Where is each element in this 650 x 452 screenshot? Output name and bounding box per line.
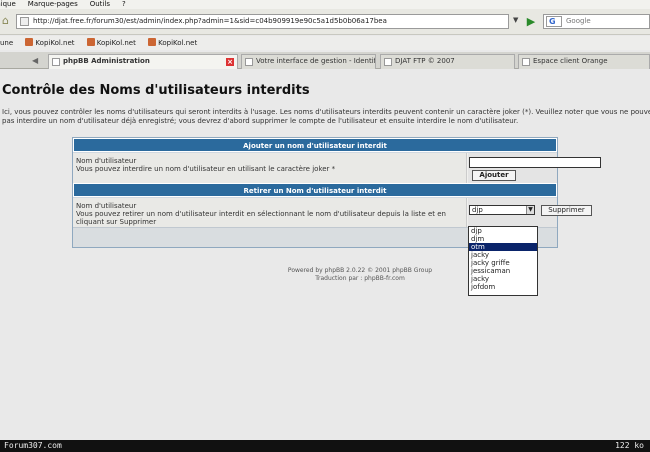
tab-interface-gestion[interactable]: Votre interface de gestion - Identifiez-…: [241, 54, 376, 69]
add-username-label: Nom d'utilisateur: [76, 157, 137, 165]
remove-username-controls: djp ▼ Supprimer: [468, 198, 592, 227]
disallow-username-input[interactable]: [469, 157, 601, 168]
search-engine-icon[interactable]: G: [546, 16, 562, 27]
tab-favicon-icon: [522, 58, 530, 66]
search-placeholder: Google: [566, 17, 591, 25]
tab-phpbb-administration[interactable]: phpBB Administration ×: [48, 54, 238, 69]
add-username-controls: Ajouter: [468, 153, 601, 183]
bookmark-icon: [25, 38, 34, 46]
add-section-header: Ajouter un nom d'utilisateur interdit: [73, 138, 557, 152]
address-bar[interactable]: http://djat.free.fr/forum30/est/admin/in…: [16, 14, 509, 29]
intro-text: Ici, vous pouvez contrôler les noms d'ut…: [2, 108, 650, 125]
search-input[interactable]: G Google: [543, 14, 650, 29]
url-text: http://djat.free.fr/forum30/est/admin/in…: [33, 17, 387, 25]
bookmark-icon: [148, 38, 157, 46]
bookmark-item[interactable]: une: [0, 36, 13, 50]
menu-bar: ioniqueMarque-pagesOutils?: [0, 0, 650, 9]
go-arrow-icon[interactable]: ▶: [524, 14, 538, 29]
username-select-value: djp: [472, 206, 483, 214]
menu-item-tools[interactable]: Outils: [84, 0, 116, 8]
file-size-text: 122 ko: [615, 441, 644, 450]
tab-favicon-icon: [52, 58, 60, 66]
powered-by-text: Powered by phpBB 2.0.22 © 2001 phpBB Gro…: [287, 267, 433, 274]
dropdown-option[interactable]: jacky griffe: [469, 259, 537, 267]
dropdown-option[interactable]: jacky: [469, 275, 537, 283]
home-icon[interactable]: ⌂: [2, 15, 14, 27]
remove-username-description: Nom d'utilisateur Vous pouvez retirer un…: [73, 198, 467, 227]
add-username-row: Nom d'utilisateur Vous pouvez interdire …: [73, 152, 601, 183]
page-title: Contrôle des Noms d'utilisateurs interdi…: [2, 83, 310, 98]
tab-espace-client[interactable]: Espace client Orange: [518, 54, 650, 69]
tab-scroll-left-icon[interactable]: ◀: [32, 56, 38, 65]
remove-username-row: Nom d'utilisateur Vous pouvez retirer un…: [73, 197, 592, 227]
username-select[interactable]: djp ▼: [469, 205, 535, 215]
chevron-down-icon[interactable]: ▼: [526, 206, 534, 214]
powered-by-footer: Powered by phpBB 2.0.22 © 2001 phpBB Gro…: [0, 267, 650, 283]
navigation-toolbar: ⌂ http://djat.free.fr/forum30/est/admin/…: [0, 9, 650, 35]
url-history-dropdown-icon[interactable]: ▼: [513, 16, 522, 26]
menu-item-help[interactable]: ?: [116, 0, 132, 8]
add-username-help: Vous pouvez interdire un nom d'utilisate…: [76, 165, 336, 173]
bookmark-item[interactable]: KopiKol.net: [25, 36, 75, 50]
close-tab-icon[interactable]: ×: [226, 58, 234, 66]
tab-favicon-icon: [245, 58, 253, 66]
bottom-watermark-bar: Forum307.com 122 ko: [0, 440, 650, 452]
dropdown-option[interactable]: djm: [469, 235, 537, 243]
remove-section-header: Retirer un Nom d'utilisateur interdit: [73, 183, 557, 197]
translation-credit-text: Traduction par : phpBB-fr.com: [315, 275, 405, 282]
bookmarks-toolbar: une KopiKol.net KopiKol.net KopiKol.net: [0, 36, 650, 50]
bookmark-item[interactable]: KopiKol.net: [148, 36, 197, 50]
dropdown-option[interactable]: jacky: [469, 251, 537, 259]
tab-djat-ftp[interactable]: DJAT FTP © 2007: [380, 54, 515, 69]
ajouter-button[interactable]: Ajouter: [472, 170, 516, 181]
supprimer-button[interactable]: Supprimer: [541, 205, 592, 216]
menu-item-history[interactable]: ionique: [0, 0, 22, 8]
tab-favicon-icon: [384, 58, 392, 66]
dropdown-option[interactable]: djp: [469, 227, 537, 235]
username-dropdown-list[interactable]: djp djm otm jacky jacky griffe jessicama…: [468, 226, 538, 296]
dropdown-option[interactable]: jessicaman: [469, 267, 537, 275]
add-username-description: Nom d'utilisateur Vous pouvez interdire …: [73, 153, 467, 183]
bookmark-item[interactable]: KopiKol.net: [86, 36, 136, 50]
dropdown-option-highlighted[interactable]: otm: [469, 243, 537, 251]
site-watermark-text: Forum307.com: [4, 441, 62, 450]
dropdown-option[interactable]: jofdom: [469, 283, 537, 291]
page-favicon-icon: [20, 17, 29, 26]
remove-username-label: Nom d'utilisateur: [76, 202, 137, 210]
menu-item-bookmarks[interactable]: Marque-pages: [22, 0, 84, 8]
page-content: Contrôle des Noms d'utilisateurs interdi…: [0, 70, 650, 438]
remove-username-help: Vous pouvez retirer un nom d'utilisateur…: [76, 210, 446, 226]
tab-bar: ◀ phpBB Administration × Votre interface…: [0, 52, 650, 69]
bookmark-icon: [86, 38, 95, 46]
